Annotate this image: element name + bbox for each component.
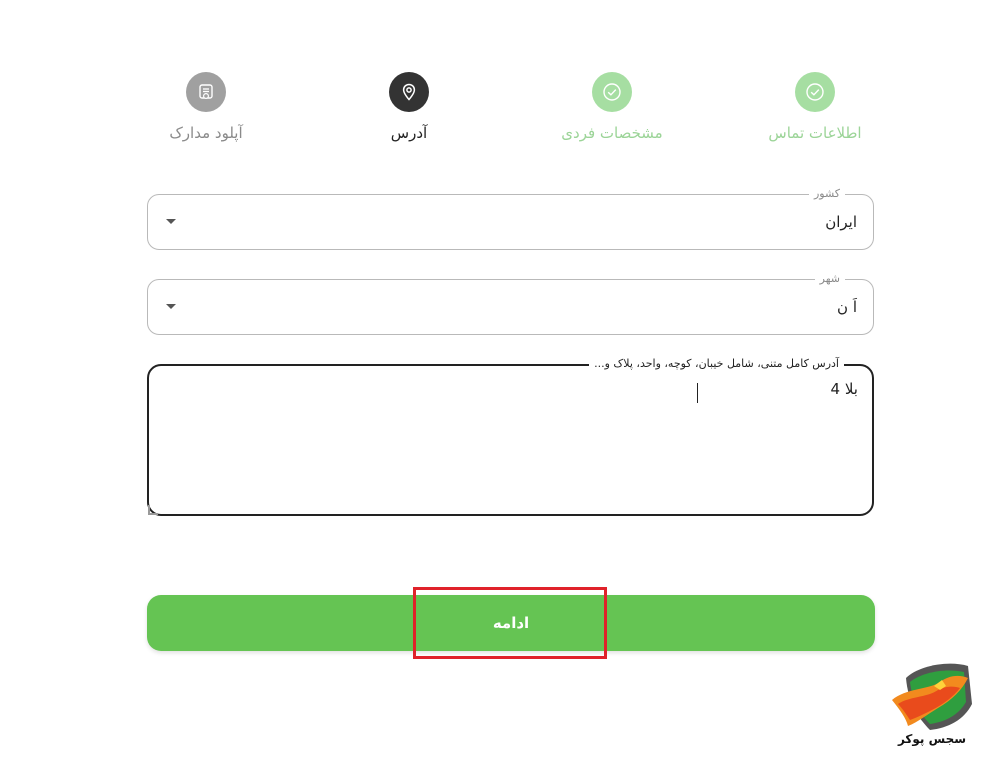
city-select[interactable]: شهر اَ ن (147, 272, 874, 335)
step-personal-info[interactable]: مشخصات فردی (532, 72, 692, 142)
step-label: آدرس (390, 124, 428, 142)
address-label: آدرس کامل متنی، شامل خیبان، کوچه، واحد، … (589, 357, 844, 371)
resize-handle-icon[interactable] (148, 505, 158, 515)
location-pin-icon (389, 72, 429, 112)
address-textarea[interactable]: آدرس کامل متنی، شامل خیبان، کوچه، واحد، … (147, 357, 874, 516)
step-label: اطلاعات تماس (768, 124, 862, 142)
brand-logo: سجس پوکر (888, 660, 978, 755)
address-value: بلا 4 (830, 380, 858, 398)
city-value: اَ ن (837, 298, 857, 316)
country-select[interactable]: کشور ایران (147, 187, 874, 250)
step-label: آپلود مدارک (169, 124, 243, 142)
chevron-down-icon[interactable] (166, 219, 176, 224)
progress-stepper: اطلاعات تماس مشخصات فردی آدرس آپلود مدار… (0, 0, 983, 170)
step-label: مشخصات فردی (561, 124, 663, 142)
country-value: ایران (825, 213, 857, 231)
brand-name: سجس پوکر (897, 732, 967, 746)
check-circle-icon (795, 72, 835, 112)
check-circle-icon (592, 72, 632, 112)
logo-mark-icon (892, 663, 972, 730)
text-caret (697, 383, 698, 403)
step-contact-info[interactable]: اطلاعات تماس (735, 72, 895, 142)
document-badge-icon (186, 72, 226, 112)
highlight-box (413, 587, 607, 659)
step-upload-documents[interactable]: آپلود مدارک (126, 72, 286, 142)
step-address[interactable]: آدرس (329, 72, 489, 142)
chevron-down-icon[interactable] (166, 304, 176, 309)
